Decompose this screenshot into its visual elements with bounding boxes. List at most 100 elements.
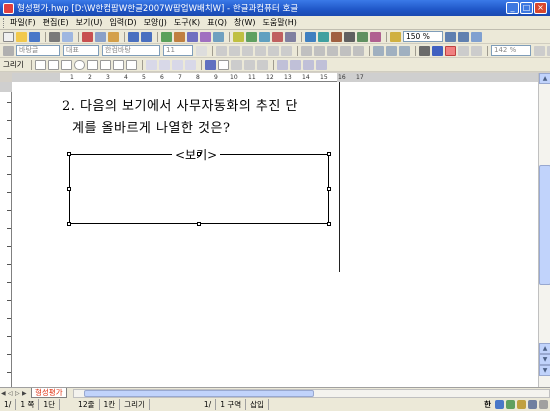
rectangle-icon[interactable]: [60, 59, 72, 70]
page-setup-icon[interactable]: [344, 31, 355, 42]
underline-icon[interactable]: [242, 45, 253, 56]
tab-last-icon[interactable]: ▶: [22, 389, 28, 398]
line-color-icon[interactable]: [204, 59, 216, 70]
align-left-icon[interactable]: [314, 45, 325, 56]
bullet-icon[interactable]: [458, 45, 469, 56]
horizontal-ruler[interactable]: 1 2 3 4 5 6 7 8 9 10 11 12 13 14 15 16 1…: [12, 73, 538, 82]
resize-handle-sw[interactable]: [67, 222, 71, 226]
align-justify-icon[interactable]: [301, 45, 312, 56]
drawing-icon[interactable]: [272, 31, 283, 42]
rotate-icon[interactable]: [171, 59, 183, 70]
redo-icon[interactable]: [141, 31, 152, 42]
columns-icon[interactable]: [357, 31, 368, 42]
footnote-icon[interactable]: [331, 31, 342, 42]
vertical-ruler[interactable]: [0, 82, 12, 387]
bold-icon[interactable]: [216, 45, 227, 56]
arc-icon[interactable]: [86, 59, 98, 70]
question-text[interactable]: 2. 다음의 보기에서 사무자동화의 추진 단 계를 올바르게 나열한 것은?: [62, 96, 352, 140]
copy-icon[interactable]: [95, 31, 106, 42]
tab-document[interactable]: 형성평가: [31, 388, 67, 398]
print-icon[interactable]: [49, 31, 60, 42]
vertical-scrollbar[interactable]: ▲ ▲ ▼ ▼: [538, 73, 550, 387]
curve-icon[interactable]: [112, 59, 124, 70]
menu-help[interactable]: 도움말(H): [263, 17, 297, 28]
group-icon[interactable]: [145, 59, 157, 70]
tab-next-icon[interactable]: ▷: [15, 389, 21, 398]
resize-handle-ne[interactable]: [327, 152, 331, 156]
align-center-icon[interactable]: [327, 45, 338, 56]
flip-icon[interactable]: [184, 59, 196, 70]
find-icon[interactable]: [161, 31, 172, 42]
bring-front-icon[interactable]: [276, 59, 288, 70]
align-objects-icon[interactable]: [302, 59, 314, 70]
zoom-out-icon[interactable]: [445, 31, 456, 42]
keyboard-icon[interactable]: [506, 400, 515, 409]
new-icon[interactable]: [3, 31, 14, 42]
resize-handle-e[interactable]: [327, 187, 331, 191]
table-icon[interactable]: [233, 31, 244, 42]
font-size-combo[interactable]: 11: [163, 45, 193, 56]
text-box-icon[interactable]: [125, 59, 137, 70]
scroll-down-button[interactable]: ▼: [539, 365, 550, 376]
line-icon[interactable]: [47, 59, 59, 70]
tab-first-icon[interactable]: ◀: [1, 389, 7, 398]
outdent-icon[interactable]: [399, 45, 410, 56]
full-screen-icon[interactable]: [471, 31, 482, 42]
style-combo[interactable]: 바탕글: [16, 45, 60, 56]
cut-icon[interactable]: [82, 31, 93, 42]
minimize-button[interactable]: _: [506, 2, 519, 14]
tool-icon[interactable]: [517, 400, 526, 409]
scroll-thumb[interactable]: [539, 165, 550, 285]
menu-format[interactable]: 모양(J): [144, 17, 167, 28]
menu-view[interactable]: 보기(U): [76, 17, 103, 28]
ellipse-icon[interactable]: [73, 59, 85, 70]
resize-handle-nw[interactable]: [67, 152, 71, 156]
example-box[interactable]: [69, 154, 329, 224]
menu-window[interactable]: 창(W): [234, 17, 256, 28]
magnifier-icon[interactable]: [390, 31, 401, 42]
picture-icon[interactable]: [259, 31, 270, 42]
subscript-icon[interactable]: [281, 45, 292, 56]
preview-icon[interactable]: [62, 31, 73, 42]
numbering-icon[interactable]: [471, 45, 482, 56]
italic-icon[interactable]: [229, 45, 240, 56]
style-list-icon[interactable]: [3, 45, 14, 56]
help-icon[interactable]: [539, 400, 548, 409]
document-area[interactable]: 2. 다음의 보기에서 사무자동화의 추진 단 계를 올바르게 나열한 것은? …: [12, 82, 538, 387]
spacing-icon[interactable]: [534, 45, 545, 56]
chart-icon[interactable]: [246, 31, 257, 42]
line-style-icon[interactable]: [230, 59, 242, 70]
width-combo[interactable]: 142 %: [491, 45, 531, 56]
ime-mode-icon[interactable]: [495, 400, 504, 409]
page-down-button[interactable]: ▼: [539, 354, 550, 365]
size-up-icon[interactable]: [196, 45, 207, 56]
menu-insert[interactable]: 입력(D): [109, 17, 136, 28]
zoom-in-icon[interactable]: [458, 31, 469, 42]
para-shape-icon[interactable]: [200, 31, 211, 42]
maximize-button[interactable]: □: [520, 2, 533, 14]
polygon-icon[interactable]: [99, 59, 111, 70]
char-shape-icon[interactable]: [187, 31, 198, 42]
font-combo[interactable]: 한컴바탕: [102, 45, 160, 56]
menu-tools[interactable]: 도구(K): [174, 17, 200, 28]
open-icon[interactable]: [16, 31, 27, 42]
tab-prev-icon[interactable]: ◁: [8, 389, 14, 398]
undo-icon[interactable]: [128, 31, 139, 42]
send-back-icon[interactable]: [289, 59, 301, 70]
style-icon[interactable]: [213, 31, 224, 42]
horizontal-scrollbar[interactable]: [72, 388, 550, 398]
select-arrow-icon[interactable]: [34, 59, 46, 70]
paste-icon[interactable]: [108, 31, 119, 42]
spell-icon[interactable]: [174, 31, 185, 42]
distribute-objects-icon[interactable]: [315, 59, 327, 70]
menu-grip[interactable]: [3, 17, 6, 28]
hyperlink-icon[interactable]: [305, 31, 316, 42]
shape-icon[interactable]: [370, 31, 381, 42]
resize-handle-w[interactable]: [67, 187, 71, 191]
arrow-style-icon[interactable]: [256, 59, 268, 70]
scroll-up-button[interactable]: ▲: [539, 73, 550, 84]
resize-handle-n[interactable]: [197, 152, 201, 156]
pen-color-icon[interactable]: [419, 45, 430, 56]
resize-handle-s[interactable]: [197, 222, 201, 226]
bookmark-icon[interactable]: [318, 31, 329, 42]
